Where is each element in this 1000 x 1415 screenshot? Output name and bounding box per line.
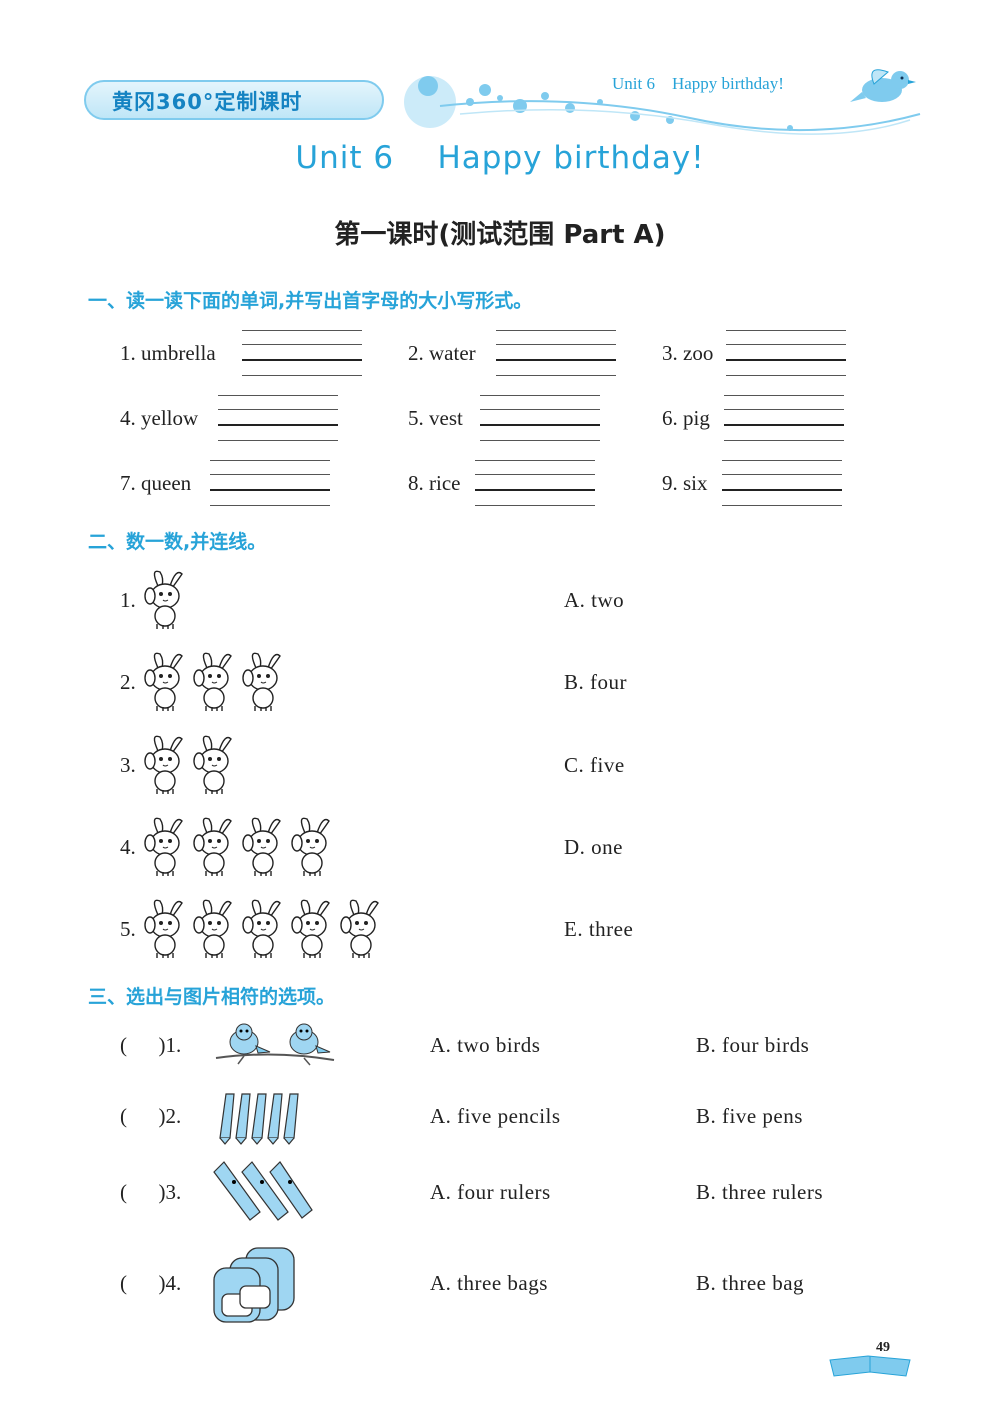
bunny-icon: [191, 897, 237, 959]
writing-lines[interactable]: [210, 460, 330, 508]
five-pens-icon: [219, 1093, 299, 1145]
count-item-number: 5.: [120, 917, 136, 941]
choice-b[interactable]: B. five pens: [696, 1104, 803, 1129]
book-icon: [829, 1355, 911, 1377]
unit-title: Unit 6 Happy birthday!: [295, 140, 705, 176]
word-item: 2. water: [408, 341, 476, 365]
word-item: 1. umbrella: [120, 341, 216, 365]
series-badge: 黄冈360°定制课时: [84, 80, 384, 120]
bunny-icon: [191, 650, 237, 712]
bunny-icon: [240, 815, 286, 877]
two-birds-icon: [215, 1023, 335, 1066]
answer-blank[interactable]: ( )3.: [120, 1180, 181, 1205]
bunny-icon: [142, 733, 188, 795]
match-option[interactable]: C. five: [564, 753, 625, 778]
bunny-icon: [289, 815, 335, 877]
match-option[interactable]: E. three: [564, 917, 633, 942]
part1-heading: 一、读一读下面的单词,并写出首字母的大小写形式。: [88, 290, 533, 312]
writing-lines[interactable]: [496, 330, 616, 378]
answer-blank[interactable]: ( )2.: [120, 1104, 181, 1129]
match-option[interactable]: B. four: [564, 670, 627, 695]
choice-a[interactable]: A. two birds: [430, 1033, 540, 1058]
bunny-icon: [289, 897, 335, 959]
bunny-icon: [142, 650, 188, 712]
word-item: 8. rice: [408, 471, 461, 495]
count-item-number: 4.: [120, 835, 136, 859]
bunny-icon: [142, 897, 188, 959]
bunny-icon: [191, 815, 237, 877]
bunny-icon: [191, 733, 237, 795]
count-item-number: 1.: [120, 588, 136, 612]
bunny-icon: [240, 897, 286, 959]
choice-a[interactable]: A. three bags: [430, 1271, 548, 1296]
count-item-number: 3.: [120, 753, 136, 777]
part2-heading: 二、数一数,并连线。: [88, 531, 267, 553]
part3-heading: 三、选出与图片相符的选项。: [88, 986, 336, 1008]
writing-lines[interactable]: [726, 330, 846, 378]
word-item: 4. yellow: [120, 406, 199, 430]
word-item: 5. vest: [408, 406, 463, 430]
writing-lines[interactable]: [475, 460, 595, 508]
word-item: 9. six: [662, 471, 708, 495]
word-item: 6. pig: [662, 406, 710, 430]
writing-lines[interactable]: [724, 395, 844, 443]
choice-b[interactable]: B. three bag: [696, 1271, 804, 1296]
answer-blank[interactable]: ( )4.: [120, 1271, 181, 1296]
word-item: 7. queen: [120, 471, 192, 495]
count-item-number: 2.: [120, 670, 136, 694]
answer-blank[interactable]: ( )1.: [120, 1033, 181, 1058]
match-option[interactable]: A. two: [564, 588, 624, 613]
bunny-icon: [142, 568, 188, 630]
bunny-icon: [338, 897, 384, 959]
lesson-title: 第一课时(测试范围 Part A): [334, 220, 666, 250]
choice-b[interactable]: B. four birds: [696, 1033, 809, 1058]
three-rulers-icon: [213, 1161, 313, 1221]
writing-lines[interactable]: [480, 395, 600, 443]
bunny-icon: [240, 650, 286, 712]
header-unit-label: Unit 6 Happy birthday!: [612, 74, 784, 93]
writing-lines[interactable]: [722, 460, 842, 508]
match-option[interactable]: D. one: [564, 835, 623, 860]
choice-a[interactable]: A. five pencils: [430, 1104, 561, 1129]
page-number: 49: [876, 1340, 890, 1355]
word-item: 3. zoo: [662, 341, 714, 365]
three-bags-icon: [213, 1247, 295, 1323]
choice-b[interactable]: B. three rulers: [696, 1180, 823, 1205]
bunny-icon: [142, 815, 188, 877]
bird-icon: [850, 69, 916, 102]
choice-a[interactable]: A. four rulers: [430, 1180, 551, 1205]
writing-lines[interactable]: [242, 330, 362, 378]
writing-lines[interactable]: [218, 395, 338, 443]
